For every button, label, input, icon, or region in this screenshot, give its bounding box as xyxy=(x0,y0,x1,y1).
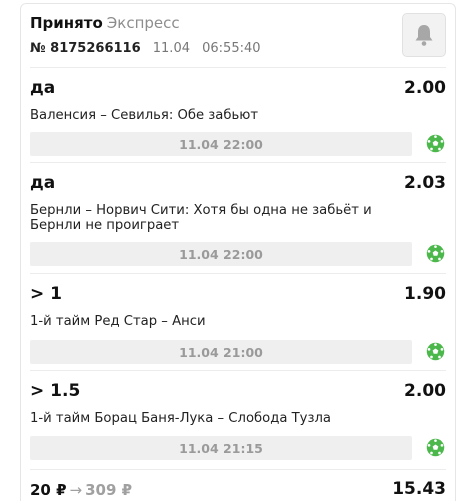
bet-row[interactable]: да 2.03 Бернли – Норвич Сити: Хотя бы од… xyxy=(30,162,446,274)
status-label: Принято xyxy=(30,14,103,32)
bet-event: Бернли – Норвич Сити: Хотя бы одна не за… xyxy=(30,203,372,233)
football-icon xyxy=(426,342,445,361)
bet-date: 11.04 xyxy=(152,41,190,56)
bet-time: 06:55:40 xyxy=(202,41,261,56)
bet-datetime: 11.04 22:00 xyxy=(30,132,412,156)
bet-event: Валенсия – Севилья: Обе забьют xyxy=(30,108,259,123)
bet-row[interactable]: > 1 1.90 1-й тайм Ред Стар – Анси 11.04 … xyxy=(30,273,446,371)
bet-pick: > 1 xyxy=(30,284,62,304)
bet-odd: 2.00 xyxy=(404,381,446,401)
bet-row[interactable]: > 1.5 2.00 1-й тайм Борац Баня-Лука – Сл… xyxy=(30,370,446,470)
bet-meta: № 8175266116 11.04 06:55:40 xyxy=(30,41,261,56)
football-icon xyxy=(426,134,445,153)
notify-button[interactable] xyxy=(402,13,446,57)
bell-icon xyxy=(415,25,433,46)
payout-amount: 309 ₽ xyxy=(85,481,133,499)
bet-event: 1-й тайм Борац Баня-Лука – Слобода Тузла xyxy=(30,411,331,426)
bet-type-label: Экспресс xyxy=(106,14,180,32)
stake-amount: 20 ₽ xyxy=(30,481,67,499)
bet-odd: 1.90 xyxy=(404,284,446,304)
bet-odd: 2.00 xyxy=(404,78,446,98)
bet-event: 1-й тайм Ред Стар – Анси xyxy=(30,314,206,329)
bet-title: Принято Экспресс xyxy=(30,14,180,32)
bet-datetime: 11.04 21:15 xyxy=(30,436,412,460)
bet-number: № 8175266116 xyxy=(30,41,141,56)
bet-datetime: 11.04 22:00 xyxy=(30,242,412,266)
bet-row[interactable]: да 2.00 Валенсия – Севилья: Обе забьют 1… xyxy=(30,67,446,163)
bet-datetime: 11.04 21:00 xyxy=(30,340,412,364)
football-icon xyxy=(426,244,445,263)
bet-pick: да xyxy=(30,173,56,193)
arrow-icon: → xyxy=(69,481,83,499)
bet-odd: 2.03 xyxy=(404,173,446,193)
bet-footer: 20 ₽ → 309 ₽ 15.43 xyxy=(30,469,446,502)
football-icon xyxy=(426,438,445,457)
stake-summary: 20 ₽ → 309 ₽ xyxy=(30,481,132,499)
bet-header: Принято Экспресс № 8175266116 11.04 06:55… xyxy=(30,10,446,68)
bet-card: Принято Экспресс № 8175266116 11.04 06:55… xyxy=(20,3,456,501)
bet-pick: да xyxy=(30,78,56,98)
bet-pick: > 1.5 xyxy=(30,381,81,401)
total-odd: 15.43 xyxy=(392,479,446,499)
